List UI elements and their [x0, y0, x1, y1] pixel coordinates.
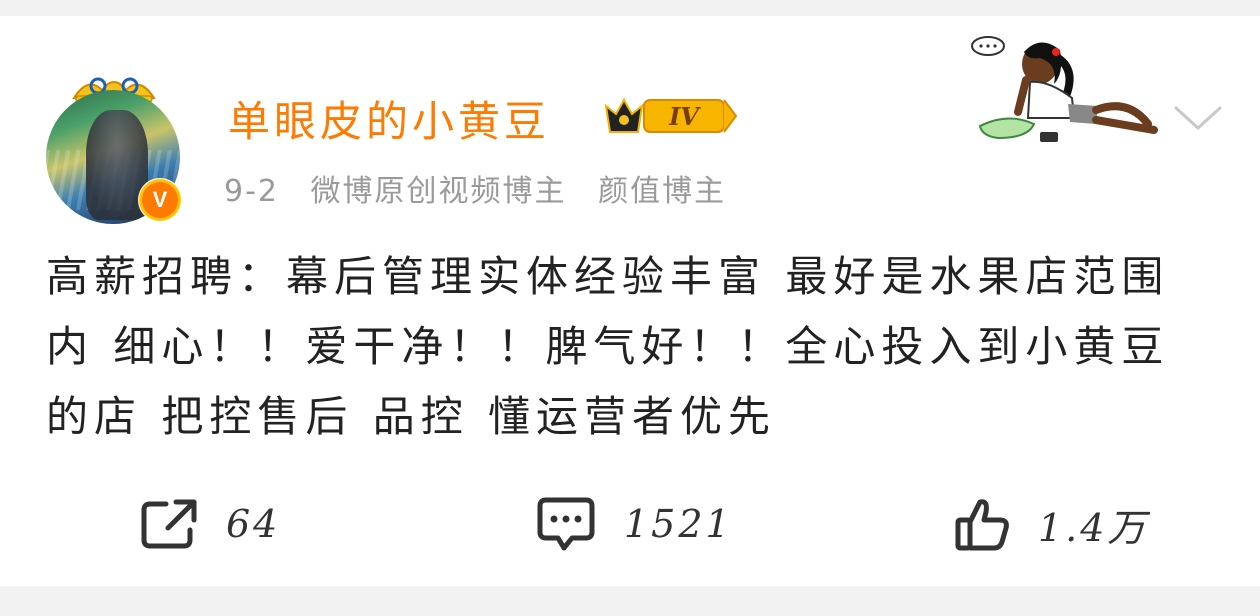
post-meta: 9-2 微博原创视频博主 颜值博主 [224, 166, 746, 210]
comment-button[interactable]: 1521 [536, 494, 733, 554]
verified-badge-label: V [142, 182, 178, 218]
like-button[interactable]: 1.4万 [954, 494, 1148, 554]
post-card: V 单眼皮的小黄豆 IV 9-2 微博原创视频博主 颜值博主 高薪招聘：幕后管理… [0, 16, 1260, 586]
post-action-bar: 64 1521 1.4万 [0, 486, 1260, 566]
comment-icon [537, 497, 595, 551]
author-tag-appearance[interactable]: 颜值博主 [598, 174, 726, 209]
membership-level-badge[interactable]: IV [602, 92, 740, 138]
level-badge-label: IV [668, 102, 701, 131]
like-count: 1.4万 [1038, 505, 1149, 550]
verified-badge: V [138, 178, 182, 222]
share-icon [141, 499, 197, 549]
post-content: 高薪招聘：幕后管理实体经验丰富 最好是水果店范围内 细心！！爱干净！！脾气好！！… [46, 252, 1170, 441]
repost-button[interactable]: 64 [140, 494, 280, 554]
username[interactable]: 单眼皮的小黄豆 [228, 88, 550, 149]
thumbs-up-icon [955, 499, 1009, 551]
comment-count: 1521 [624, 502, 733, 546]
repost-count: 64 [226, 502, 281, 546]
decorative-girl-sticker-icon [971, 36, 1158, 142]
avatar-container[interactable]: V [46, 72, 186, 224]
author-tag-original-video[interactable]: 微博原创视频博主 [311, 174, 567, 209]
post-date: 9-2 [224, 174, 279, 209]
chevron-down-icon[interactable] [1172, 100, 1224, 134]
